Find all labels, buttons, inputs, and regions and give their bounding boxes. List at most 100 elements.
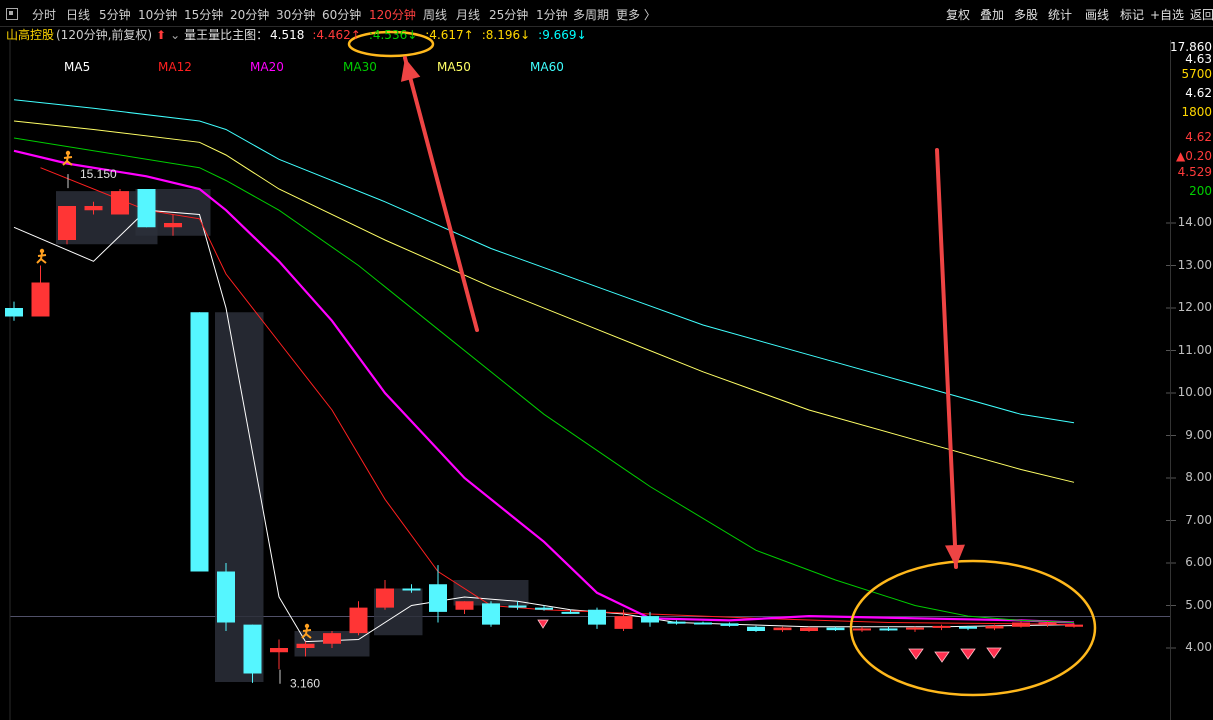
candle: [190, 312, 209, 572]
period-tab-10[interactable]: 月线: [456, 0, 480, 26]
candle-body: [482, 603, 500, 625]
candle-body: [376, 588, 394, 608]
arrow-down-head: [945, 544, 965, 567]
period-tab-7[interactable]: 60分钟: [322, 0, 361, 26]
candle-body: [800, 627, 818, 631]
candle-body: [959, 626, 977, 629]
indicator-dropdown-icon[interactable]: ⌄: [170, 28, 180, 42]
candle: [455, 601, 474, 614]
period-tab-2[interactable]: 5分钟: [99, 0, 131, 26]
period-tab-13[interactable]: 多周期: [573, 0, 609, 26]
indicator-value-0: 4.518: [270, 28, 305, 42]
candle-body: [694, 622, 712, 625]
period-tab-1[interactable]: 日线: [66, 0, 90, 26]
period-tab-9[interactable]: 周线: [423, 0, 447, 26]
moving-average-lines: [13, 99, 1075, 643]
y-tick-label: 14.00: [1177, 215, 1212, 229]
diamond-icon: [986, 647, 1002, 659]
candle-body: [137, 189, 156, 228]
candle: [773, 626, 792, 632]
arrow-down-shaft: [935, 148, 958, 569]
candle-body: [879, 628, 898, 631]
quote-panel-value: 1800: [1181, 105, 1212, 119]
candle: [58, 206, 76, 245]
toolbar-action-6[interactable]: +自选: [1150, 0, 1184, 26]
candle: [429, 565, 447, 623]
indicator-value-5: :9.669↓: [538, 28, 587, 42]
quote-panel-value: 4.529: [1177, 165, 1212, 179]
candle-body: [535, 607, 553, 610]
ma-legend-ma50: MA50: [437, 60, 471, 74]
candle-body: [429, 584, 447, 612]
toolbar-action-2[interactable]: 多股: [1014, 0, 1038, 26]
candle: [270, 639, 288, 670]
price-axis: 14.00 13.00 12.00 11.00 10.00 9.00 8.00 7.00 6.0…: [1170, 40, 1213, 720]
ma-line-ma5: [13, 209, 1075, 643]
y-tick-label: 12.00: [1177, 300, 1212, 314]
candle-body: [906, 627, 924, 630]
ma-line-ma50: [13, 120, 1075, 483]
period-tab-8[interactable]: 120分钟: [369, 0, 416, 26]
period-tab-11[interactable]: 25分钟: [489, 0, 528, 26]
quote-panel-value: 4.62: [1185, 86, 1212, 100]
indicator-info-bar: 山高控股 (120分钟,前复权) ⬆ ⌄ 量王量比主图： 4.518:4.462↑:…: [0, 26, 1213, 44]
y-tick-label: 5.00: [1185, 597, 1212, 612]
diamond-icon: [537, 619, 549, 629]
candle: [853, 626, 871, 632]
candle: [482, 601, 500, 627]
toolbar-action-5[interactable]: 标记: [1120, 0, 1144, 26]
period-tab-14[interactable]: 更多 〉: [616, 0, 656, 26]
period-tab-5[interactable]: 20分钟: [230, 0, 269, 26]
period-tab-3[interactable]: 10分钟: [138, 0, 177, 26]
candle-body: [773, 627, 792, 631]
period-label: (120分钟,前复权): [56, 28, 153, 42]
toolbar-action-4[interactable]: 画线: [1085, 0, 1109, 26]
high-price-label: 15.150: [80, 167, 117, 181]
toolbar-action-3[interactable]: 统计: [1048, 0, 1072, 26]
y-tick-label: 8.00: [1185, 470, 1212, 484]
candles: [5, 189, 1083, 683]
quote-panel-value: 4.62: [1185, 130, 1212, 144]
candle-body: [5, 308, 23, 317]
candle-body: [1012, 622, 1030, 627]
ma-legend-ma12: MA12: [158, 60, 192, 74]
candle-body: [296, 643, 315, 648]
ma-legend-ma60: MA60: [530, 60, 564, 74]
candle: [720, 622, 739, 627]
quote-panel-value: 200: [1189, 184, 1212, 198]
toolbar-action-7[interactable]: 返回: [1190, 0, 1213, 26]
ma-legend-ma5: MA5: [64, 60, 91, 74]
candle: [906, 626, 924, 632]
candle: [217, 563, 235, 631]
indicator-name: 量王量比主图：: [184, 28, 269, 42]
candle-body: [111, 191, 129, 215]
candle: [1012, 621, 1030, 628]
toolbar-action-0[interactable]: 复权: [946, 0, 970, 26]
toolbar-action-1[interactable]: 叠加: [980, 0, 1004, 26]
candle-body: [985, 625, 1004, 629]
quote-panel-value: ▲0.20: [1176, 149, 1212, 163]
candle: [747, 625, 765, 632]
window-menu-icon[interactable]: [6, 8, 18, 20]
y-tick-label: 7.00: [1185, 512, 1212, 527]
candle: [1065, 623, 1083, 628]
candle-body: [217, 571, 235, 623]
candle: [588, 607, 606, 629]
period-tab-4[interactable]: 15分钟: [184, 0, 223, 26]
period-tab-6[interactable]: 30分钟: [276, 0, 315, 26]
ma-legend-ma30: MA30: [343, 60, 377, 74]
candle: [932, 624, 951, 631]
indicator-value-3: :4.617↑: [425, 28, 474, 42]
period-tab-0[interactable]: 分时: [32, 0, 56, 26]
indicator-label: ⬆ ⌄ 量王量比主图：: [156, 26, 268, 44]
candle-body: [455, 601, 474, 610]
candle-body: [561, 611, 580, 614]
candle-body: [164, 223, 182, 228]
period-tab-12[interactable]: 1分钟: [536, 0, 568, 26]
candle: [800, 626, 818, 632]
candle: [5, 301, 23, 321]
candle-body: [508, 605, 527, 608]
indicator-value-2: :4.536↓: [368, 28, 418, 42]
period-toolbar: 分时 日线 5分钟 10分钟 15分钟 20分钟 30分钟 60分钟 120分钟 周线 月线 25分钟…: [0, 0, 1213, 27]
runner-icon: [36, 248, 47, 264]
